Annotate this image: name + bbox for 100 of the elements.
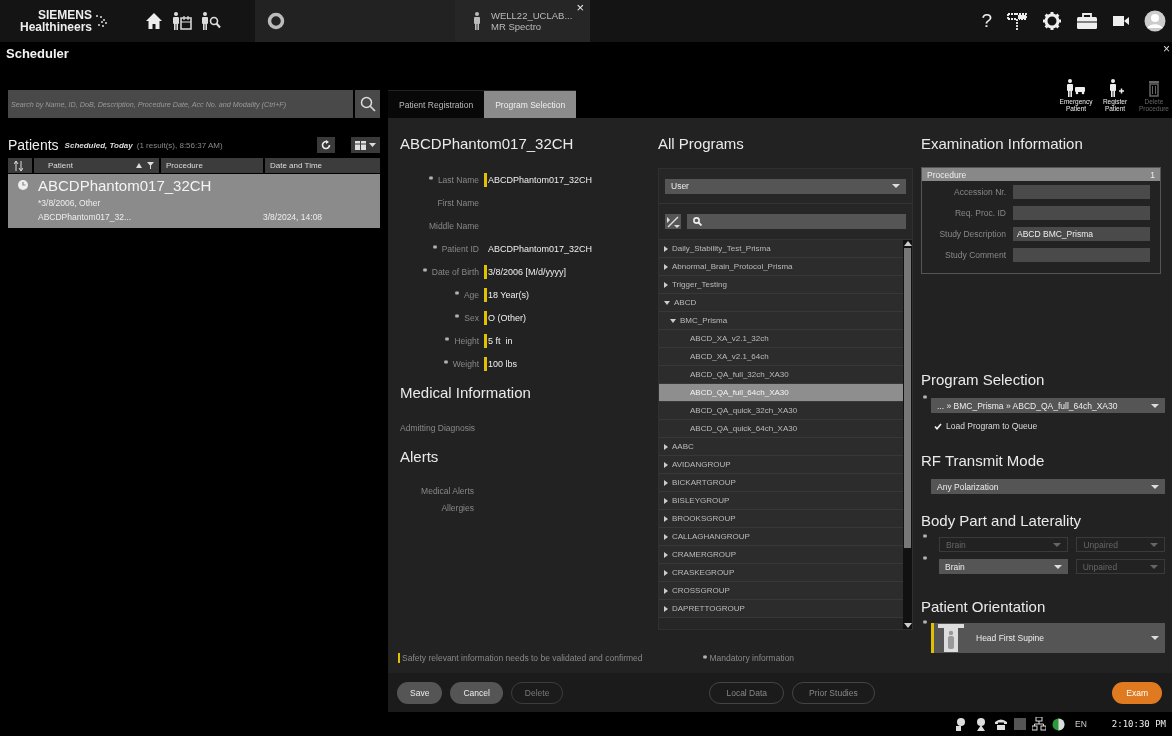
dots-icon	[94, 14, 108, 28]
action-button[interactable]: Save	[397, 681, 443, 704]
panel-title: Patients	[8, 137, 59, 153]
tree-item[interactable]: CRASKEGROUP	[659, 564, 903, 582]
column-header[interactable]	[8, 158, 32, 173]
action-button[interactable]: Cancel	[450, 681, 503, 704]
close-button[interactable]: ×	[576, 1, 584, 14]
tab-subtitle: MR Spectro	[491, 21, 543, 32]
input-field[interactable]	[1013, 247, 1150, 262]
expand-collapse-button[interactable]	[665, 214, 681, 229]
tree-item[interactable]: Abnormal_Brain_Protocol_Prisma	[659, 258, 903, 276]
field-value[interactable]: 5 ft in	[484, 333, 515, 348]
tree-item[interactable]: AABC	[659, 438, 903, 456]
patient-search-icon[interactable]	[201, 12, 221, 30]
table-cell: *3/8/2006, Other	[38, 198, 101, 208]
refresh-button[interactable]	[317, 137, 335, 153]
table-cell: 3/8/2024, 14:08	[263, 212, 323, 222]
dropdown: Unpaired	[1076, 537, 1165, 552]
result-info: (1 result(s), 8:56:37 AM)	[136, 140, 223, 150]
close-button[interactable]: ×	[1163, 42, 1170, 56]
tree-item[interactable]: CALLAGHANGROUP	[659, 528, 903, 546]
tree-item[interactable]: ABCD_QA_quick_32ch_XA30	[659, 402, 903, 420]
field-label: Age	[463, 289, 479, 300]
column-header[interactable]: Date and Time	[265, 158, 380, 173]
tree-item[interactable]: Daily_Stability_Test_Prisma	[659, 240, 903, 258]
dropdown[interactable]: User	[665, 178, 906, 194]
column-header[interactable]: Procedure	[161, 158, 263, 173]
refresh-icon	[321, 140, 331, 150]
camera-icon[interactable]	[1112, 14, 1130, 28]
input-field[interactable]: ABCD BMC_Prisma	[1013, 226, 1150, 241]
tree-item[interactable]: BROOKSGROUP	[659, 510, 903, 528]
caret-icon	[369, 143, 376, 147]
field-value[interactable]: 3/8/2006 [M/d/yyyy]	[484, 264, 569, 279]
count-text: 1	[1150, 169, 1155, 180]
search-icon	[693, 217, 702, 226]
table-cell: ABCDPhantom017_32...	[38, 212, 132, 222]
section-title: RF Transmit Mode	[921, 451, 1046, 471]
checkbox[interactable]	[933, 421, 942, 431]
search-icon	[359, 96, 376, 112]
dropdown[interactable]: Brain	[939, 559, 1068, 574]
section-title: All Programs	[658, 134, 745, 154]
patient-schedule-icon[interactable]	[172, 12, 192, 30]
input-field[interactable]	[1013, 184, 1150, 199]
workspace-tab[interactable]: WELL22_UCLAB... MR Spectro ×	[455, 0, 590, 42]
dropdown[interactable]: ... » BMC_Prisma » ABCD_QA_full_64ch_XA30	[931, 398, 1165, 413]
help-button[interactable]: ?	[981, 10, 992, 32]
view-button[interactable]	[351, 137, 380, 153]
caret-icon	[1150, 542, 1158, 547]
field-value[interactable]: O (Other)	[484, 310, 528, 325]
tree-item[interactable]: Trigger_Testing	[659, 276, 903, 294]
briefcase-icon[interactable]	[1076, 12, 1098, 30]
avatar-icon[interactable]	[1144, 10, 1166, 32]
emergency-patient-icon	[1065, 78, 1087, 97]
tree-item[interactable]: ABCD_QA_quick_64ch_XA30	[659, 420, 903, 438]
field-label: Patient ID	[441, 243, 479, 254]
dropdown[interactable]: Head First Supine	[931, 623, 1165, 653]
field-value[interactable]: 100 lbs	[484, 356, 520, 371]
tab[interactable]: Patient Registration	[388, 90, 485, 118]
tree-item[interactable]: CRAMERGROUP	[659, 546, 903, 564]
field-value[interactable]: ABCDPhantom017_32CH	[484, 172, 595, 187]
caret-icon	[1151, 636, 1159, 640]
field-label: Study Description	[938, 228, 1006, 239]
scrollbar[interactable]	[903, 240, 912, 629]
section-title: Body Part and Laterality	[921, 511, 1083, 531]
layout-icon[interactable]	[1006, 11, 1028, 31]
required-icon	[702, 654, 707, 659]
tree-item[interactable]: AVIDANGROUP	[659, 456, 903, 474]
tree-item[interactable]: ABCD_XA_v2.1_64ch	[659, 348, 903, 366]
tree-item[interactable]: ABCD_XA_v2.1_32ch	[659, 330, 903, 348]
ring-icon[interactable]	[267, 12, 285, 30]
home-icon[interactable]	[145, 12, 163, 30]
tree-item[interactable]: BISLEYGROUP	[659, 492, 903, 510]
dropdown[interactable]: Any Polarization	[931, 479, 1165, 494]
field-label: Last Name	[437, 174, 479, 185]
language-indicator[interactable]: EN	[1075, 719, 1087, 729]
search-field[interactable]	[687, 214, 906, 229]
caret-icon	[892, 184, 900, 188]
tree-item[interactable]: ABCD_QA_full_32ch_XA30	[659, 366, 903, 384]
tree-item[interactable]: BMC_Prisma	[659, 312, 903, 330]
field-value[interactable]: ABCDPhantom017_32CH	[484, 241, 595, 256]
search-button[interactable]	[355, 90, 380, 118]
tree-item[interactable]: BICKARTGROUP	[659, 474, 903, 492]
field-label: Allergies	[441, 503, 474, 513]
column-header[interactable]: Patient	[34, 158, 159, 173]
tree-item[interactable]: DAPRETTOGROUP	[659, 600, 903, 618]
settings-icon[interactable]	[1042, 11, 1062, 31]
field-value[interactable]: 18 Year(s)	[484, 287, 532, 302]
field-label: Middle Name	[428, 220, 479, 231]
section-title: Alerts	[400, 447, 440, 467]
tree-item[interactable]: CROSSGROUP	[659, 582, 903, 600]
scroll-thumb[interactable]	[904, 248, 911, 548]
field-label: First Name	[437, 197, 479, 208]
app-title: Scheduler	[6, 46, 69, 61]
panel-title: Procedure	[927, 169, 967, 180]
mandatory-note: Mandatory information	[709, 653, 795, 663]
input-field[interactable]	[1013, 205, 1150, 220]
field-label: Medical Alerts	[421, 486, 474, 496]
logo-text: Healthineers	[19, 21, 92, 33]
tree-item[interactable]: ABCD	[659, 294, 903, 312]
caret-icon	[1053, 564, 1062, 569]
